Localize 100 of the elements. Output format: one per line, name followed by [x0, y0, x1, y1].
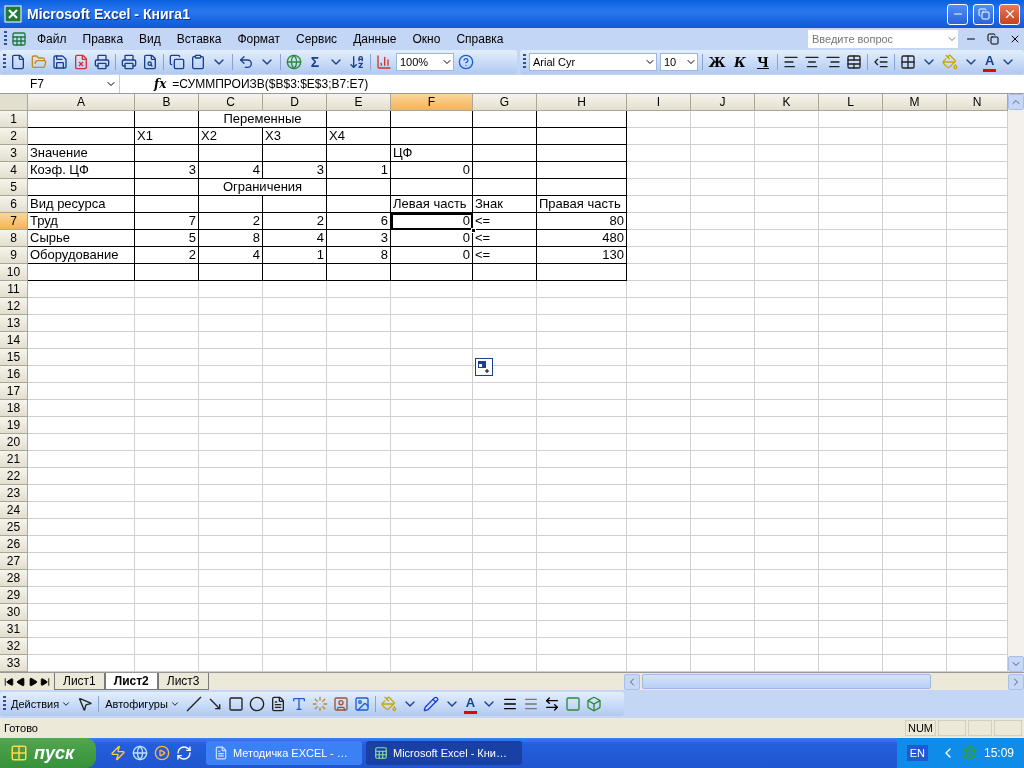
table-cell[interactable]: 8	[327, 247, 391, 264]
bold-button[interactable]: Ж	[707, 52, 727, 72]
table-cell[interactable]	[28, 111, 135, 128]
table-cell[interactable]: ЦФ	[391, 145, 473, 162]
table-cell[interactable]: <=	[473, 247, 537, 264]
table-cell[interactable]: 1	[263, 247, 327, 264]
help-icon[interactable]	[457, 52, 475, 72]
table-cell[interactable]	[537, 128, 627, 145]
table-cell[interactable]	[473, 145, 537, 162]
last-sheet-icon[interactable]	[40, 676, 50, 687]
table-cell[interactable]	[473, 128, 537, 145]
row-header[interactable]: 8	[0, 230, 28, 247]
row-header[interactable]: 16	[0, 366, 28, 383]
table-cell[interactable]	[135, 111, 199, 128]
table-cell[interactable]	[327, 111, 391, 128]
column-header[interactable]: H	[537, 94, 627, 111]
line-color-icon[interactable]	[421, 694, 440, 714]
table-cell[interactable]: X4	[327, 128, 391, 145]
table-cell[interactable]: 480	[537, 230, 627, 247]
table-cell[interactable]: X2	[199, 128, 263, 145]
menu-item[interactable]: Справка	[450, 30, 510, 48]
menu-item[interactable]: Вставка	[170, 30, 228, 48]
font-color-button[interactable]: A	[463, 694, 478, 714]
font-size-field[interactable]: 10	[660, 53, 698, 71]
table-cell[interactable]: Знак	[473, 196, 537, 213]
restore-button[interactable]	[984, 33, 1002, 45]
autoshapes-menu[interactable]: Автофигуры	[103, 694, 182, 714]
row-header[interactable]: 5	[0, 179, 28, 196]
paste-icon[interactable]	[189, 52, 207, 72]
table-cell[interactable]	[263, 145, 327, 162]
column-header[interactable]: D	[263, 94, 327, 111]
table-cell[interactable]	[327, 264, 391, 281]
table-cell[interactable]: 80	[537, 213, 627, 230]
row-header[interactable]: 25	[0, 519, 28, 536]
table-cell[interactable]: Переменные	[199, 111, 327, 128]
row-header[interactable]: 27	[0, 553, 28, 570]
table-cell[interactable]: 6	[327, 213, 391, 230]
row-header[interactable]: 31	[0, 621, 28, 638]
table-cell[interactable]: 2	[199, 213, 263, 230]
hyperlink-icon[interactable]	[285, 52, 303, 72]
table-cell[interactable]	[391, 179, 473, 196]
save-icon[interactable]	[51, 52, 69, 72]
permission-icon[interactable]	[72, 52, 90, 72]
row-header[interactable]: 4	[0, 162, 28, 179]
column-header[interactable]: A	[28, 94, 135, 111]
row-header[interactable]: 21	[0, 451, 28, 468]
zoom-field[interactable]: 100%	[396, 53, 454, 71]
table-cell[interactable]: Оборудование	[28, 247, 135, 264]
chart-icon[interactable]	[375, 52, 393, 72]
function-button[interactable]: fx	[154, 77, 167, 91]
table-cell[interactable]: 8	[199, 230, 263, 247]
column-header[interactable]: G	[473, 94, 537, 111]
table-cell[interactable]	[391, 264, 473, 281]
table-cell[interactable]	[199, 196, 263, 213]
table-cell[interactable]: X3	[263, 128, 327, 145]
copy-icon[interactable]	[168, 52, 186, 72]
row-header[interactable]: 18	[0, 400, 28, 417]
restore-button[interactable]	[973, 3, 994, 25]
table-cell[interactable]	[199, 264, 263, 281]
table-cell[interactable]: Сырье	[28, 230, 135, 247]
sheet-tab[interactable]: Лист2	[104, 672, 158, 690]
table-cell[interactable]	[199, 145, 263, 162]
table-cell[interactable]: 0	[391, 230, 473, 247]
lightning-icon[interactable]	[110, 745, 126, 761]
row-header[interactable]: 28	[0, 570, 28, 587]
menu-item[interactable]: Файл	[31, 30, 73, 48]
taskbar-button[interactable]: Методичка EXCEL - …	[206, 741, 362, 765]
row-header[interactable]: 9	[0, 247, 28, 264]
merge-icon[interactable]	[845, 52, 863, 72]
new-icon[interactable]	[9, 52, 27, 72]
column-header[interactable]: B	[135, 94, 199, 111]
borders-icon[interactable]	[899, 52, 917, 72]
table-cell[interactable]: 2	[263, 213, 327, 230]
table-cell[interactable]: 2	[135, 247, 199, 264]
menu-item[interactable]: Окно	[406, 30, 447, 48]
table-cell[interactable]: 5	[135, 230, 199, 247]
row-header[interactable]: 33	[0, 655, 28, 672]
table-cell[interactable]: Ограничения	[199, 179, 327, 196]
column-header[interactable]: K	[755, 94, 819, 111]
row-header[interactable]: 12	[0, 298, 28, 315]
menu-item[interactable]: Формат	[231, 30, 287, 48]
table-cell[interactable]	[135, 196, 199, 213]
image-icon[interactable]	[352, 694, 371, 714]
fill-handle[interactable]	[471, 228, 476, 233]
table-cell[interactable]: <=	[473, 213, 537, 230]
row-header[interactable]: 20	[0, 434, 28, 451]
row-header[interactable]: 32	[0, 638, 28, 655]
clipart-icon[interactable]	[331, 694, 350, 714]
table-cell[interactable]: 3	[263, 162, 327, 179]
language-indicator[interactable]: EN	[906, 745, 928, 761]
table-cell[interactable]: Левая часть	[391, 196, 473, 213]
table-cell[interactable]: 3	[135, 162, 199, 179]
next-sheet-icon[interactable]	[28, 676, 38, 687]
row-header[interactable]: 1	[0, 111, 28, 128]
printer-icon[interactable]	[93, 52, 111, 72]
fill-color-icon[interactable]	[379, 694, 398, 714]
row-header[interactable]: 22	[0, 468, 28, 485]
print-icon[interactable]	[120, 52, 138, 72]
preview-icon[interactable]	[141, 52, 159, 72]
menu-item[interactable]: Данные	[347, 30, 403, 48]
